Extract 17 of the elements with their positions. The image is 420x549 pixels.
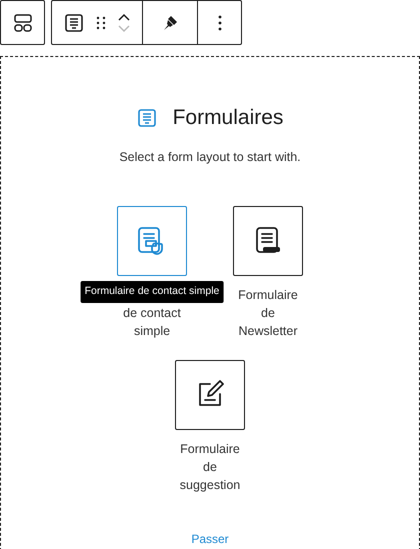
tooltip: Formulaire de contact simple bbox=[80, 281, 224, 303]
layout-label: de contact simple bbox=[122, 305, 182, 340]
layout-option[interactable] bbox=[233, 206, 303, 276]
form-icon bbox=[136, 108, 157, 128]
drag-handle-icon[interactable] bbox=[96, 16, 106, 30]
placeholder-title: Formulaires bbox=[172, 105, 284, 131]
more-icon bbox=[218, 14, 222, 30]
chevron-up-icon[interactable] bbox=[118, 12, 130, 20]
brush-icon bbox=[161, 14, 179, 32]
layout-label: Formulaire de Newsletter bbox=[237, 287, 299, 340]
form-icon[interactable] bbox=[64, 12, 84, 32]
skip-link[interactable]: Passer bbox=[191, 530, 229, 548]
instructions: Select a form layout to start with. bbox=[119, 148, 301, 166]
block-layout-button[interactable] bbox=[0, 0, 45, 45]
grid-icon bbox=[12, 12, 32, 32]
layout-option[interactable] bbox=[175, 360, 245, 430]
layout-label: Formulaire de suggestion bbox=[178, 441, 242, 494]
